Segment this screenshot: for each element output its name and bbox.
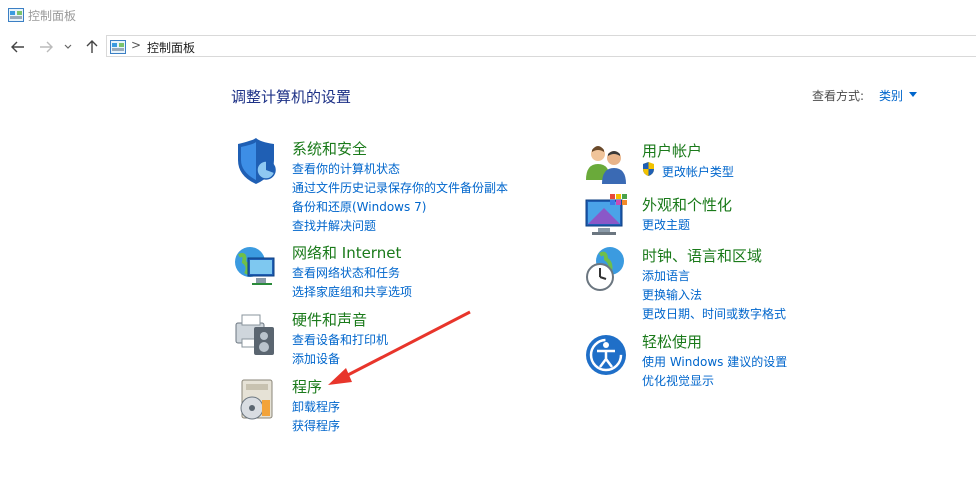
annotation-arrow <box>328 310 471 385</box>
